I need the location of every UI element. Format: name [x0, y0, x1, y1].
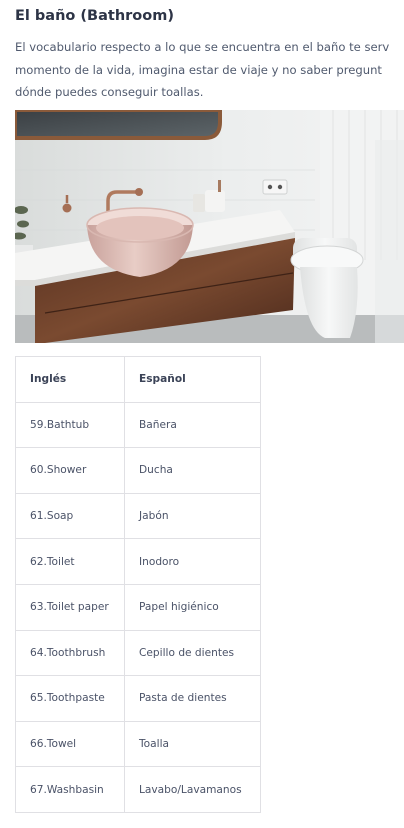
vocabulary-table: Inglés Español 59.Bathtub Bañera 60.Show… [15, 356, 261, 813]
english-cell: 61.Soap [15, 492, 125, 540]
english-cell: 64.Toothbrush [15, 629, 125, 677]
table-header-row: Inglés Español [15, 356, 261, 403]
english-cell: 62.Toilet [15, 538, 125, 585]
english-cell: 67.Washbasin [15, 766, 125, 813]
table-row: 59.Bathtub Bañera [15, 401, 261, 449]
english-cell: 63.Toilet paper [15, 583, 125, 631]
table-row: 61.Soap Jabón [15, 492, 261, 540]
spanish-cell: Bañera [124, 401, 261, 449]
intro-paragraph: El vocabulario respecto a lo que se encu… [15, 36, 404, 104]
bathroom-photo [15, 110, 404, 343]
column-header-english: Inglés [15, 356, 125, 403]
intro-line: momento de la vida, imagina estar de via… [15, 62, 382, 77]
spanish-cell: Pasta de dientes [124, 675, 261, 722]
table-row: 62.Toilet Inodoro [15, 538, 261, 585]
intro-line: El vocabulario respecto a lo que se encu… [15, 40, 390, 54]
intro-line: dónde puedes conseguir toallas. [15, 85, 204, 99]
spanish-cell: Ducha [124, 447, 261, 494]
spanish-cell: Cepillo de dientes [124, 629, 261, 677]
table-row: 64.Toothbrush Cepillo de dientes [15, 629, 261, 677]
table-row: 65.Toothpaste Pasta de dientes [15, 675, 261, 722]
english-cell: 60.Shower [15, 447, 125, 494]
table-row: 67.Washbasin Lavabo/Lavamanos [15, 766, 261, 813]
table-row: 63.Toilet paper Papel higiénico [15, 583, 261, 631]
column-header-spanish: Español [124, 356, 261, 403]
table-row: 60.Shower Ducha [15, 447, 261, 494]
spanish-cell: Toalla [124, 720, 261, 768]
spanish-cell: Jabón [124, 492, 261, 540]
spanish-cell: Lavabo/Lavamanos [124, 766, 261, 813]
english-cell: 66.Towel [15, 720, 125, 768]
english-cell: 65.Toothpaste [15, 675, 125, 722]
spanish-cell: Inodoro [124, 538, 261, 585]
spanish-cell: Papel higiénico [124, 583, 261, 631]
english-cell: 59.Bathtub [15, 401, 125, 449]
page: El baño (Bathroom) El vocabulario respec… [0, 0, 404, 828]
table-row: 66.Towel Toalla [15, 720, 261, 768]
section-title: El baño (Bathroom) [15, 8, 174, 24]
